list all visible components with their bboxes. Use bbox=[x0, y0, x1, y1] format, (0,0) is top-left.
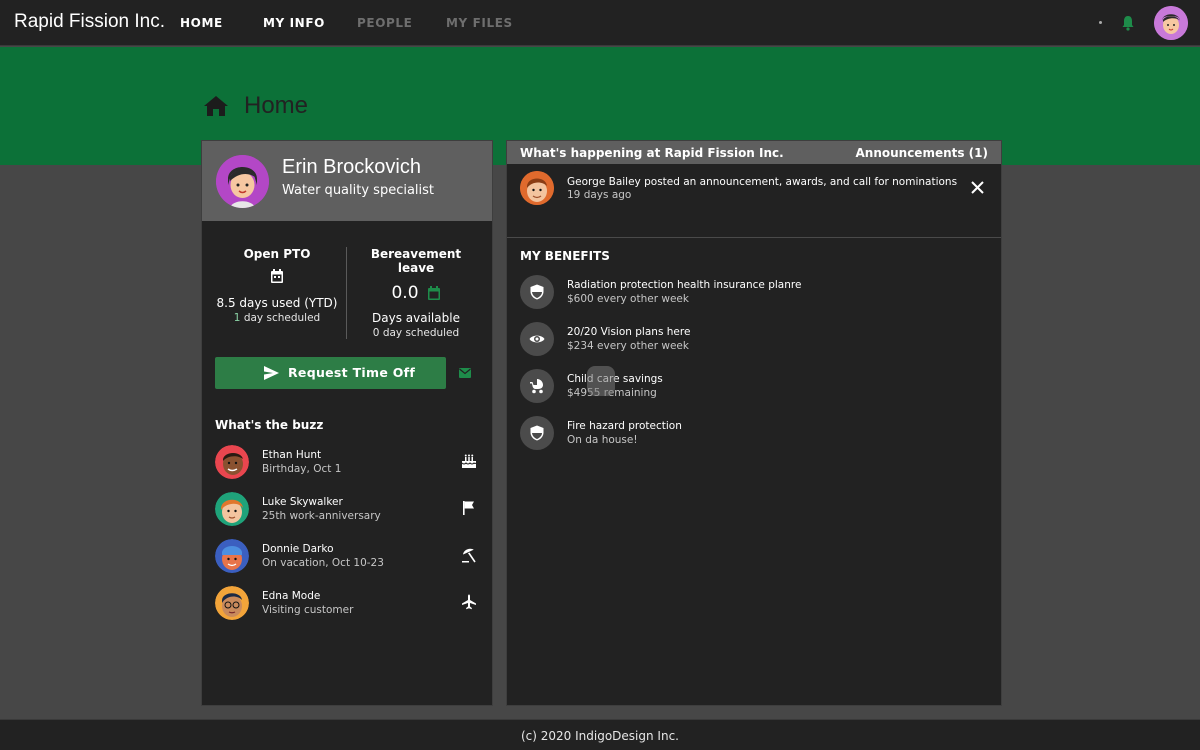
announcement-time: 19 days ago bbox=[567, 189, 632, 201]
announcement-avatar bbox=[520, 171, 554, 205]
profile-card: Erin Brockovich Water quality specialist… bbox=[201, 140, 493, 706]
benefit-item[interactable]: Fire hazard protection On da house! bbox=[520, 416, 980, 452]
calendar-icon bbox=[427, 285, 440, 300]
benefit-item[interactable]: Radiation protection health insurance pl… bbox=[520, 275, 980, 311]
buzz-detail: Visiting customer bbox=[262, 604, 354, 616]
profile-name: Erin Brockovich bbox=[282, 156, 421, 178]
brand-name[interactable]: Rapid Fission Inc. bbox=[14, 11, 165, 33]
profile-role: Water quality specialist bbox=[282, 183, 435, 198]
buzz-item[interactable]: Ethan Hunt Birthday, Oct 1 bbox=[215, 445, 483, 481]
open-pto-title: Open PTO bbox=[243, 247, 311, 261]
profile-header: Erin Brockovich Water quality specialist bbox=[202, 141, 492, 221]
cursor-highlight bbox=[587, 366, 615, 396]
buzz-title: What's the buzz bbox=[215, 418, 324, 432]
bell-icon[interactable] bbox=[1121, 15, 1135, 31]
benefit-name: 20/20 Vision plans here bbox=[567, 326, 691, 338]
bereavement-scheduled: 0 day scheduled bbox=[372, 327, 460, 339]
benefit-detail: $234 every other week bbox=[567, 340, 689, 352]
buzz-detail: Birthday, Oct 1 bbox=[262, 463, 342, 475]
pto-scheduled: 1 day scheduled bbox=[233, 312, 321, 324]
buzz-name: Donnie Darko bbox=[262, 543, 334, 555]
pto-divider bbox=[346, 247, 347, 339]
request-time-off-button[interactable]: Request Time Off bbox=[215, 357, 446, 389]
benefit-item[interactable]: 20/20 Vision plans here $234 every other… bbox=[520, 322, 980, 358]
airplane-icon bbox=[462, 594, 476, 610]
buzz-avatar bbox=[215, 586, 249, 620]
cake-icon bbox=[461, 454, 477, 468]
buzz-avatar bbox=[215, 539, 249, 573]
eye-icon bbox=[529, 335, 545, 343]
benefit-name: Radiation protection health insurance pl… bbox=[567, 279, 802, 291]
benefit-detail: On da house! bbox=[567, 434, 638, 446]
announcements-count[interactable]: Announcements (1) bbox=[855, 146, 988, 160]
bereavement-available: Days available bbox=[372, 311, 460, 325]
open-pto-summary: Open PTO 8.5 days used (YTD) 1 day sched… bbox=[212, 247, 342, 324]
happening-title: What's happening at Rapid Fission Inc. bbox=[520, 146, 784, 160]
buzz-name: Luke Skywalker bbox=[262, 496, 343, 508]
benefit-name: Fire hazard protection bbox=[567, 420, 682, 432]
request-time-off-label: Request Time Off bbox=[288, 365, 416, 380]
buzz-avatar bbox=[215, 445, 249, 479]
nav-people[interactable]: PEOPLE bbox=[357, 16, 412, 30]
benefit-badge bbox=[520, 275, 554, 309]
profile-avatar[interactable] bbox=[216, 155, 269, 208]
nav-my-files[interactable]: MY FILES bbox=[446, 16, 513, 30]
page-title: Home bbox=[244, 92, 309, 119]
happening-card: What's happening at Rapid Fission Inc. A… bbox=[506, 140, 1002, 706]
flag-icon bbox=[463, 501, 474, 515]
buzz-item[interactable]: Luke Skywalker 25th work-anniversary bbox=[215, 492, 483, 528]
buzz-item[interactable]: Donnie Darko On vacation, Oct 10-23 bbox=[215, 539, 483, 575]
close-icon[interactable] bbox=[971, 181, 984, 194]
stroller-icon bbox=[530, 379, 543, 394]
footer: (c) 2020 IndigoDesign Inc. bbox=[0, 719, 1200, 750]
benefit-badge bbox=[520, 369, 554, 403]
buzz-item[interactable]: Edna Mode Visiting customer bbox=[215, 586, 483, 622]
home-icon bbox=[204, 96, 228, 116]
send-icon bbox=[264, 366, 279, 380]
top-navbar: Rapid Fission Inc. HOME MY INFO PEOPLE M… bbox=[0, 0, 1200, 46]
bereavement-summary: Bereavement leave 0.0 Days available 0 d… bbox=[351, 247, 481, 339]
bereavement-title: Bereavement leave bbox=[370, 247, 462, 275]
buzz-name: Ethan Hunt bbox=[262, 449, 322, 461]
dot-icon[interactable] bbox=[1099, 21, 1102, 24]
announcement-text[interactable]: George Bailey posted an announcement, aw… bbox=[567, 176, 957, 188]
buzz-detail: On vacation, Oct 10-23 bbox=[262, 557, 384, 569]
nav-my-info[interactable]: MY INFO bbox=[263, 16, 325, 30]
nav-home[interactable]: HOME bbox=[180, 16, 223, 30]
benefits-title: MY BENEFITS bbox=[520, 249, 610, 263]
benefit-detail: $600 every other week bbox=[567, 293, 689, 305]
pto-used: 8.5 days used (YTD) bbox=[216, 296, 338, 310]
benefit-badge bbox=[520, 322, 554, 356]
divider bbox=[507, 237, 1001, 238]
user-avatar[interactable] bbox=[1154, 6, 1188, 40]
shield-icon bbox=[530, 284, 544, 300]
buzz-name: Edna Mode bbox=[262, 590, 321, 602]
buzz-detail: 25th work-anniversary bbox=[262, 510, 381, 522]
shield-icon bbox=[530, 425, 544, 441]
calendar-icon bbox=[271, 269, 283, 283]
benefit-badge bbox=[520, 416, 554, 450]
bereavement-value: 0.0 bbox=[391, 283, 419, 303]
footer-text: (c) 2020 IndigoDesign Inc. bbox=[521, 729, 679, 743]
buzz-avatar bbox=[215, 492, 249, 526]
mail-icon[interactable] bbox=[459, 368, 471, 378]
beach-umbrella-icon bbox=[462, 548, 476, 563]
happening-header: What's happening at Rapid Fission Inc. A… bbox=[507, 141, 1001, 164]
